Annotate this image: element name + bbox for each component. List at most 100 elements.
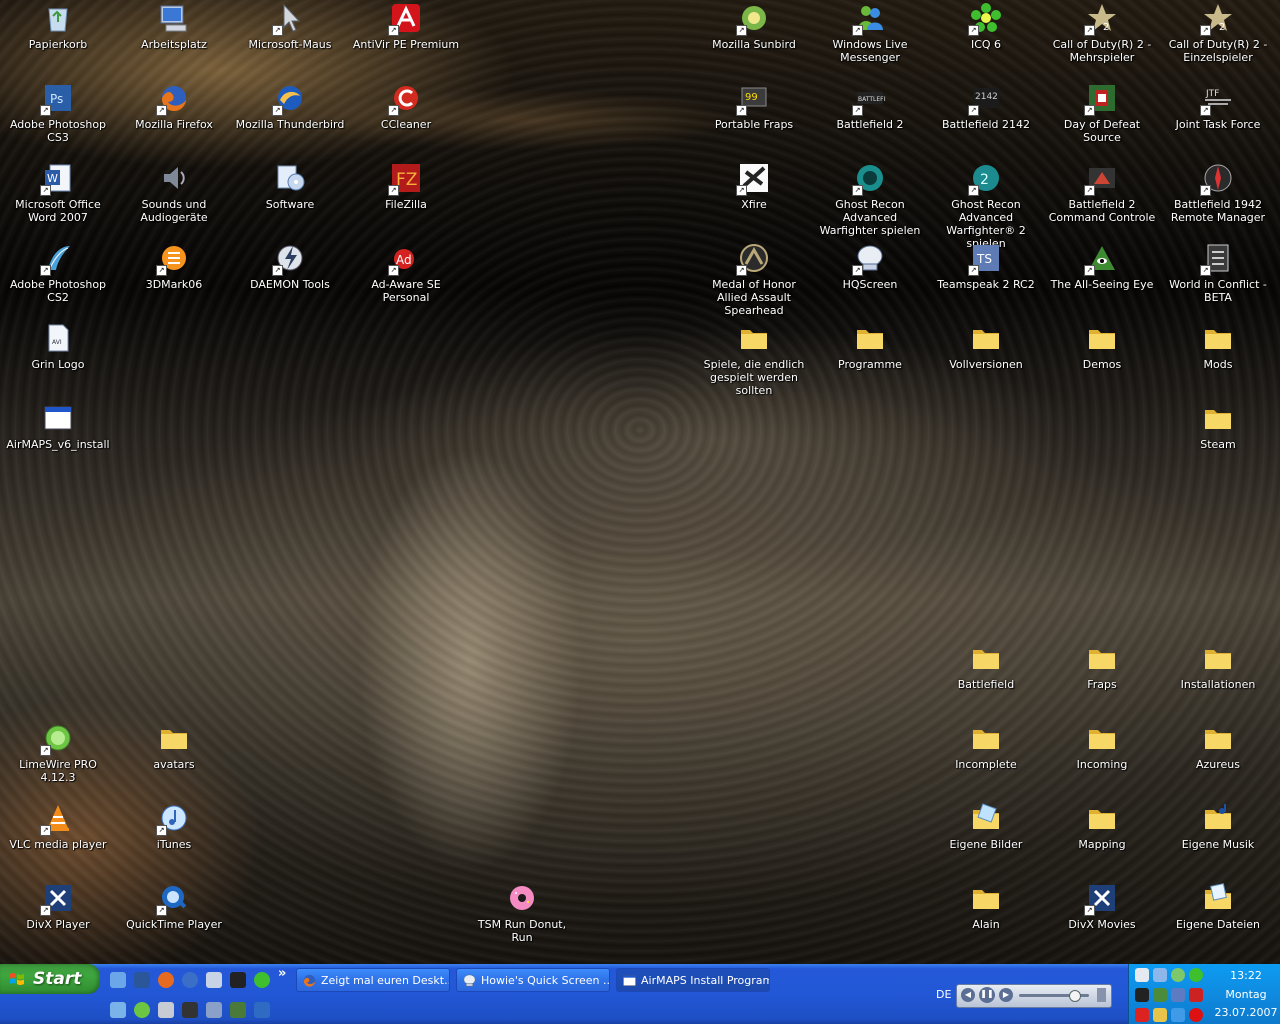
desktop-icon-firefox[interactable]: ↗ Mozilla Firefox <box>116 82 232 131</box>
desktop-icon-alain[interactable]: Alain <box>928 882 1044 931</box>
desktop-icon-cod2-mp[interactable]: 2 ↗ Call of Duty(R) 2 - Mehrspieler <box>1044 2 1160 64</box>
desktop-icon-quicktime[interactable]: ↗ QuickTime Player <box>116 882 232 931</box>
desktop-icon-3dmark[interactable]: ↗ 3DMark06 <box>116 242 232 291</box>
taskbar-button-1[interactable]: Zeigt mal euren Deskt... <box>296 968 450 992</box>
desktop-icon-incomplete[interactable]: Incomplete <box>928 722 1044 771</box>
quicklaunch-divx-icon[interactable] <box>182 1002 198 1018</box>
desktop-icon-graw[interactable]: ↗ Ghost Recon Advanced Warfighter spielen <box>812 162 928 237</box>
taskbar-button-2[interactable]: Howie's Quick Screen ... <box>456 968 610 992</box>
clock-day[interactable]: Montag <box>1211 988 1280 1001</box>
desktop-icon-bf2142[interactable]: 2142 ↗ Battlefield 2142 <box>928 82 1044 131</box>
desktop-icon-fraps-folder[interactable]: Fraps <box>1044 642 1160 691</box>
desktop-icon-filezilla[interactable]: FZ ↗ FileZilla <box>348 162 464 211</box>
desktop-icon-azureus[interactable]: Azureus <box>1160 722 1276 771</box>
quicklaunch-eye-icon[interactable] <box>230 1002 246 1018</box>
desktop-icon-grin-logo[interactable]: AVI Grin Logo <box>0 322 116 371</box>
desktop-icon-divx-player[interactable]: ↗ DivX Player <box>0 882 116 931</box>
tray-hardware-icon[interactable] <box>1153 988 1167 1002</box>
tray-itunes-icon[interactable] <box>1153 968 1167 982</box>
desktop-icon-mohaa[interactable]: ↗ Medal of Honor Allied Assault Spearhead <box>696 242 812 317</box>
quicklaunch-xfire-icon[interactable] <box>230 972 246 988</box>
quicklaunch-itunes-icon[interactable] <box>110 1002 126 1018</box>
desktop-icon-word[interactable]: W ↗ Microsoft Office Word 2007 <box>0 162 116 224</box>
quicklaunch-icq-icon[interactable] <box>254 972 270 988</box>
desktop-icon-wic[interactable]: ↗ World in Conflict - BETA <box>1160 242 1276 304</box>
desktop-icon-tsm-donut[interactable]: TSM Run Donut, Run <box>464 882 580 944</box>
quicklaunch-limewire-icon[interactable] <box>134 1002 150 1018</box>
desktop-icon-wlm[interactable]: ↗ Windows Live Messenger <box>812 2 928 64</box>
tray-network-icon[interactable] <box>1135 968 1149 982</box>
desktop-icon-cod2-sp[interactable]: 2 ↗ Call of Duty(R) 2 - Einzelspieler <box>1160 2 1276 64</box>
tray-update-icon[interactable] <box>1171 1008 1185 1022</box>
desktop-icon-limewire[interactable]: ↗ LimeWire PRO 4.12.3 <box>0 722 116 784</box>
desktop-icon-eigene-musik[interactable]: Eigene Musik <box>1160 802 1276 851</box>
desktop-icon-avatars[interactable]: avatars <box>116 722 232 771</box>
desktop-icon-photoshop-cs2[interactable]: ↗ Adobe Photoshop CS2 <box>0 242 116 304</box>
desktop-icon-thunderbird[interactable]: ↗ Mozilla Thunderbird <box>232 82 348 131</box>
clock-time[interactable]: 13:22 <box>1211 969 1280 982</box>
tray-antivir-guard-icon[interactable] <box>1189 1008 1203 1022</box>
desktop-icon-divx-movies[interactable]: ↗ DivX Movies <box>1044 882 1160 931</box>
desktop-icon-steam[interactable]: Steam <box>1160 402 1276 451</box>
desktop-icon-bf1942rm[interactable]: ↗ Battlefield 1942 Remote Manager <box>1160 162 1276 224</box>
next-track-button[interactable]: ▶ <box>999 988 1013 1002</box>
taskbar-button-3[interactable]: AirMAPS Install Program <box>616 968 770 992</box>
desktop-icon-hqscreen[interactable]: ↗ HQScreen <box>812 242 928 291</box>
desktop-icon-papierkorb[interactable]: Papierkorb <box>0 2 116 51</box>
quicklaunch-desktop-icon[interactable] <box>110 972 126 988</box>
desktop-icon-eigene-bilder[interactable]: Eigene Bilder <box>928 802 1044 851</box>
start-button[interactable]: Start <box>0 964 100 994</box>
desktop-icon-bf2cc[interactable]: ↗ Battlefield 2 Command Controle <box>1044 162 1160 224</box>
tray-security-icon[interactable] <box>1189 988 1203 1002</box>
desktop-icon-mapping[interactable]: Mapping <box>1044 802 1160 851</box>
desktop-icon-installationen[interactable]: Installationen <box>1160 642 1276 691</box>
desktop-icon-fraps-portable[interactable]: 99 ↗ Portable Fraps <box>696 82 812 131</box>
quicklaunch-overflow[interactable]: » <box>278 966 286 981</box>
desktop-icon-battlefield-folder[interactable]: Battlefield <box>928 642 1044 691</box>
volume-thumb[interactable] <box>1069 990 1081 1002</box>
desktop-icon-adaware[interactable]: Ad ↗ Ad-Aware SE Personal <box>348 242 464 304</box>
desktop-icon-programme[interactable]: Programme <box>812 322 928 371</box>
desktop-icon-vollversionen[interactable]: Vollversionen <box>928 322 1044 371</box>
desktop-icon-icq[interactable]: ↗ ICQ 6 <box>928 2 1044 51</box>
clock-date[interactable]: 23.07.2007 <box>1211 1006 1280 1019</box>
quicklaunch-hqscreen-icon[interactable] <box>206 972 222 988</box>
desktop-icon-arbeitsplatz[interactable]: Arbeitsplatz <box>116 2 232 51</box>
tray-antivir-icon[interactable] <box>1135 1008 1149 1022</box>
pause-button[interactable]: ❚❚ <box>979 987 995 1003</box>
quicklaunch-firefox-icon[interactable] <box>158 972 174 988</box>
desktop-icon-incoming[interactable]: Incoming <box>1044 722 1160 771</box>
desktop-icon-allseeingeye[interactable]: ↗ The All-Seeing Eye <box>1044 242 1160 291</box>
desktop-icon-photoshop-cs3[interactable]: Ps ↗ Adobe Photoshop CS3 <box>0 82 116 144</box>
desktop-icon-jtf[interactable]: JTF ↗ Joint Task Force <box>1160 82 1276 131</box>
quicklaunch-window-icon[interactable] <box>158 1002 174 1018</box>
desktop-icon-spiele[interactable]: Spiele, die endlich gespielt werden soll… <box>696 322 812 397</box>
desktop-icon-eigene-dateien[interactable]: Eigene Dateien <box>1160 882 1276 931</box>
tray-messenger-icon[interactable] <box>1171 968 1185 982</box>
language-indicator[interactable]: DE <box>936 988 951 1001</box>
desktop-icon-sounds[interactable]: Sounds und Audiogeräte <box>116 162 232 224</box>
tray-monitor-icon[interactable] <box>1135 988 1149 1002</box>
desktop-icon-sunbird[interactable]: ↗ Mozilla Sunbird <box>696 2 812 51</box>
desktop-icon-dod[interactable]: ↗ Day of Defeat Source <box>1044 82 1160 144</box>
desktop-icon-graw2[interactable]: 2 ↗ Ghost Recon Advanced Warfighter® 2 spi… <box>928 162 1044 250</box>
desktop-icon-demos[interactable]: Demos <box>1044 322 1160 371</box>
quicklaunch-quicktime-icon[interactable] <box>254 1002 270 1018</box>
desktop-icon-ccleaner[interactable]: ↗ CCleaner <box>348 82 464 131</box>
desktop-icon-teamspeak[interactable]: TS ↗ Teamspeak 2 RC2 <box>928 242 1044 291</box>
desktop-icon-itunes[interactable]: ↗ iTunes <box>116 802 232 851</box>
quicklaunch-thunderbird-icon[interactable] <box>182 972 198 988</box>
desktop-icon-bf2[interactable]: BATTLEFIELD ↗ Battlefield 2 <box>812 82 928 131</box>
desktop-icon-airmaps[interactable]: AirMAPS_v6_install <box>0 402 116 451</box>
quicklaunch-word-icon[interactable] <box>134 972 150 988</box>
tray-folder-icon[interactable] <box>1153 1008 1167 1022</box>
desktop-icon-mods[interactable]: Mods <box>1160 322 1276 371</box>
tray-icq-icon[interactable] <box>1189 968 1203 982</box>
tray-usb-icon[interactable] <box>1171 988 1185 1002</box>
quicklaunch-teamspeak-icon[interactable] <box>206 1002 222 1018</box>
desktop-icon-microsoft-maus[interactable]: ↗ Microsoft-Maus <box>232 2 348 51</box>
desktop-icon-vlc[interactable]: ↗ VLC media player <box>0 802 116 851</box>
desktop-icon-daemon[interactable]: ↗ DAEMON Tools <box>232 242 348 291</box>
previous-track-button[interactable]: ◀ <box>961 988 975 1002</box>
desktop-icon-xfire[interactable]: ↗ Xfire <box>696 162 812 211</box>
